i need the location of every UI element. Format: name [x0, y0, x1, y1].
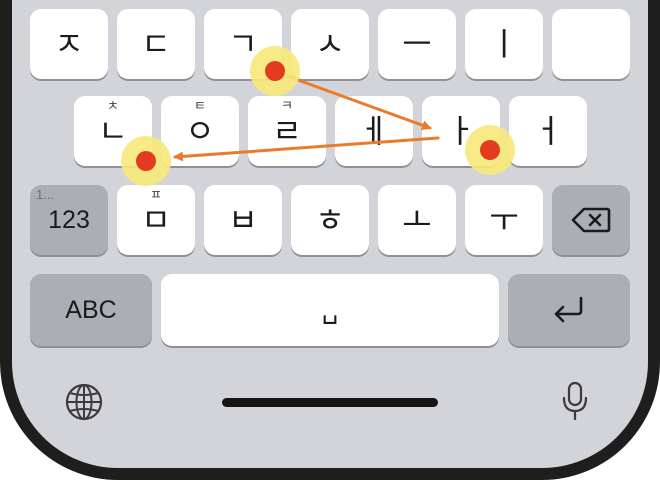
return-icon	[554, 296, 583, 323]
microphone-icon[interactable]	[560, 381, 590, 423]
backspace-icon	[571, 207, 611, 233]
space-key[interactable]: ␣	[161, 274, 499, 346]
key-j[interactable]: ㅈ	[30, 9, 108, 79]
key-o[interactable]: ㅗ	[378, 185, 456, 255]
key-label: ㅂ	[228, 201, 258, 239]
abc-key-label: ABC	[65, 295, 117, 324]
key-label: ㅁ	[141, 201, 171, 239]
key-e[interactable]: ㅔ	[335, 96, 413, 166]
numbers-key[interactable]: 1... 123	[30, 185, 108, 255]
key-label: ㅈ	[54, 25, 84, 63]
key-h[interactable]: ㅎ	[291, 185, 369, 255]
space-key-label: ␣	[321, 295, 339, 325]
key-i[interactable]: ㅣ	[465, 9, 543, 79]
return-key[interactable]	[508, 274, 630, 346]
key-label: ㅡ	[402, 25, 432, 63]
key-m[interactable]: ㅍ ㅁ	[117, 185, 195, 255]
key-eu[interactable]: ㅡ	[378, 9, 456, 79]
key-label: ㅏ	[446, 112, 476, 150]
delete-key[interactable]	[552, 185, 630, 255]
key-label: ㅎ	[315, 201, 345, 239]
key-s[interactable]: ㅅ	[291, 9, 369, 79]
key-g[interactable]: ㄱ	[204, 9, 282, 79]
key-label: ㄴ	[98, 112, 128, 150]
key-blank[interactable]	[552, 9, 630, 79]
key-label: ㅔ	[359, 112, 389, 150]
key-sublabel: ㅊ	[107, 99, 119, 114]
key-sublabel: ㅌ	[194, 99, 206, 114]
key-n[interactable]: ㅊ ㄴ	[74, 96, 152, 166]
abc-key[interactable]: ABC	[30, 274, 152, 346]
phone-frame: ㅈ ㄷ ㄱ ㅅ ㅡ ㅣ ㅊ ㄴ ㅌ ㅇ ㅋ ㄹ ㅔ ㅏ ㅓ 1... 123 ㅍ…	[0, 0, 660, 480]
key-label: ㅓ	[533, 112, 563, 150]
key-label: ㄷ	[141, 25, 171, 63]
key-sublabel: ㅍ	[150, 188, 162, 203]
key-eo[interactable]: ㅓ	[509, 96, 587, 166]
key-b[interactable]: ㅂ	[204, 185, 282, 255]
numbers-key-label: 123	[48, 205, 90, 234]
key-label: ㄱ	[228, 25, 258, 63]
key-label: ㅗ	[402, 201, 432, 239]
key-label: ㅣ	[489, 25, 519, 63]
key-label: ㅜ	[489, 201, 519, 239]
key-d[interactable]: ㄷ	[117, 9, 195, 79]
key-label: ㄹ	[272, 112, 302, 150]
home-indicator	[222, 398, 438, 407]
keyboard: ㅈ ㄷ ㄱ ㅅ ㅡ ㅣ ㅊ ㄴ ㅌ ㅇ ㅋ ㄹ ㅔ ㅏ ㅓ 1... 123 ㅍ…	[12, 0, 648, 468]
key-label: ㅅ	[315, 25, 345, 63]
numbers-hint: 1...	[36, 187, 55, 202]
key-r[interactable]: ㅋ ㄹ	[248, 96, 326, 166]
key-label: ㅇ	[185, 112, 215, 150]
globe-icon[interactable]	[64, 382, 104, 422]
key-ng[interactable]: ㅌ ㅇ	[161, 96, 239, 166]
key-u[interactable]: ㅜ	[465, 185, 543, 255]
key-sublabel: ㅋ	[281, 99, 293, 114]
key-a[interactable]: ㅏ	[422, 96, 500, 166]
